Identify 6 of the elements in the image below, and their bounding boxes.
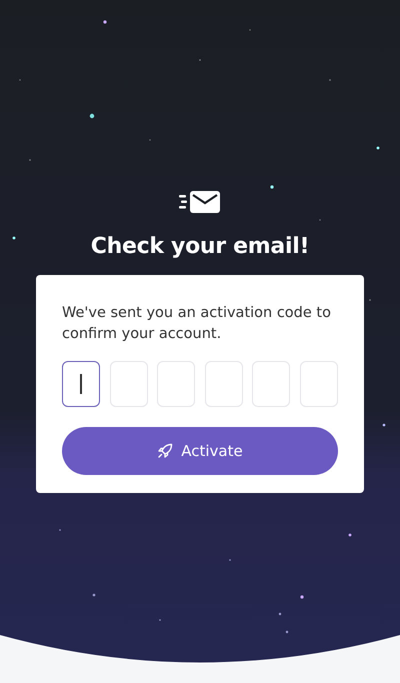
email-icon <box>179 190 221 214</box>
page-title: Check your email! <box>90 234 310 259</box>
rocket-icon <box>157 443 174 459</box>
code-digit-field[interactable] <box>62 361 100 407</box>
message-text: We've sent you an activation code to confirm your account. <box>62 304 332 344</box>
activate-button[interactable]: Activate <box>62 427 338 475</box>
